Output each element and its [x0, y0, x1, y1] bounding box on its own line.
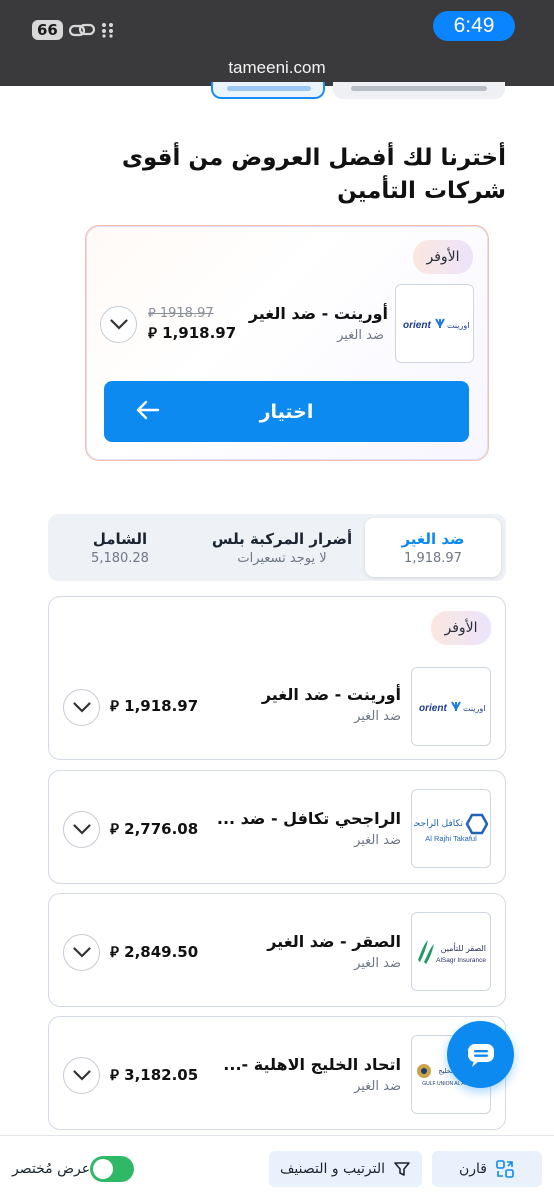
best-offer-type: ضد الغير: [337, 328, 384, 343]
compact-view-label: عرض مُختصر: [12, 1161, 91, 1177]
tab-price: 1,918.97: [404, 550, 462, 566]
chevron-down-icon: [72, 824, 91, 835]
svg-text:Al Rajhi Takaful: Al Rajhi Takaful: [425, 834, 477, 843]
quote-card-gulf-union[interactable]: اتحاد الخليجGULF UNION AL AHLIA CO. اتحا…: [48, 1016, 506, 1130]
cheapest-badge: الأوفر: [413, 240, 473, 274]
bottom-bar: قارن الترتيب و التصنيف عرض مُختصر: [0, 1135, 554, 1199]
alsagr-logo: الصقر للتأمين AlSagr Insurance: [411, 912, 491, 991]
quote-card-orient[interactable]: الأوفر orient اورينت أورينت - ضد الغير ضد…: [48, 596, 506, 760]
compact-view-toggle[interactable]: [90, 1156, 134, 1182]
svg-text:اورينت: اورينت: [463, 704, 485, 713]
select-button[interactable]: اختيار: [104, 381, 469, 442]
orient-logo: orient اورينت: [395, 284, 474, 363]
toggle-knob: [93, 1159, 113, 1179]
quote-name: الصقر - ضد الغير: [267, 932, 401, 951]
status-icons: 66: [32, 20, 115, 40]
riyal-icon: ⃁: [110, 1066, 125, 1084]
svg-text:orient: orient: [403, 320, 431, 331]
page-title: أخترنا لك أفضل العروض من أقوى شركات التأ…: [121, 145, 506, 205]
chat-icon: [467, 1043, 494, 1067]
alrajhi-logo: تكافل الراجحي Al Rajhi Takaful: [411, 789, 491, 868]
expand-chevron-button[interactable]: [63, 1057, 100, 1094]
svg-text:تكافل الراجحي: تكافل الراجحي: [414, 819, 463, 829]
clock: 6:49: [433, 11, 515, 41]
quote-card-alsagr[interactable]: الصقر للتأمين AlSagr Insurance الصقر - ضد…: [48, 893, 506, 1007]
tab-label: ضد الغير: [401, 529, 465, 548]
compare-label: قارن: [459, 1161, 487, 1177]
best-offer-old-price: ⃁ 1918.97: [148, 306, 214, 321]
tab-label: الشامل: [92, 529, 148, 548]
chevron-down-icon: [72, 947, 91, 958]
chevron-down-icon: [72, 702, 91, 713]
tab-price: لا يوجد تسعيرات: [237, 550, 327, 566]
riyal-icon: ⃁: [110, 697, 125, 715]
quote-type: ضد الغير: [354, 833, 401, 848]
quote-type: ضد الغير: [354, 709, 401, 724]
arrow-left-icon: [136, 400, 160, 420]
tab-price: 5,180.28: [91, 550, 149, 566]
best-offer-price: ⃁ 1,918.97: [148, 324, 237, 342]
orient-logo: orient اورينت: [411, 667, 491, 746]
filter-icon: [394, 1162, 410, 1176]
tab-peek[interactable]: [333, 82, 505, 99]
battery-indicator: 66: [32, 20, 63, 40]
svg-text:AlSagr Insurance: AlSagr Insurance: [436, 957, 486, 964]
riyal-icon: ⃁: [148, 306, 160, 321]
chevron-down-icon: [109, 319, 128, 330]
url-label[interactable]: tameeni.com: [0, 58, 554, 78]
tab-third-party[interactable]: ضد الغير 1,918.97: [365, 518, 501, 577]
expand-chevron-button[interactable]: [63, 934, 100, 971]
cheapest-badge: الأوفر: [431, 611, 491, 645]
coverage-tabs: ضد الغير 1,918.97 أضرار المركبة بلس لا ي…: [48, 514, 506, 581]
quote-card-alrajhi[interactable]: تكافل الراجحي Al Rajhi Takaful الراجحي تك…: [48, 770, 506, 884]
quote-price: ⃁ 3,182.05: [110, 1066, 199, 1084]
quote-type: ضد الغير: [354, 1079, 401, 1094]
quote-price: ⃁ 2,849.50: [110, 943, 199, 961]
signal-dots-icon: [101, 23, 113, 38]
quote-name: أورينت - ضد الغير: [261, 685, 401, 704]
quote-price: ⃁ 1,918.97: [110, 697, 199, 715]
expand-chevron-button[interactable]: [100, 306, 137, 343]
quote-name: الراجحي تكافل - ضد ...: [216, 809, 401, 828]
compare-icon: [496, 1160, 514, 1178]
riyal-icon: ⃁: [148, 324, 163, 342]
riyal-icon: ⃁: [110, 943, 125, 961]
expand-chevron-button[interactable]: [63, 689, 100, 726]
sort-filter-label: الترتيب و التصنيف: [279, 1161, 386, 1177]
select-button-label: اختيار: [259, 400, 314, 423]
quote-name: اتحاد الخليج الاهلية -...: [223, 1055, 401, 1074]
compare-button[interactable]: قارن: [432, 1151, 542, 1187]
svg-text:الصقر للتأمين: الصقر للتأمين: [441, 942, 486, 953]
tab-label: أضرار المركبة بلس: [211, 529, 353, 548]
page: 66 6:49 tameeni.com أخترنا لك أفضل العرو…: [0, 0, 554, 1199]
orient-logo-icon: orient اورينت: [403, 318, 469, 331]
tab-vehicle-damage-plus[interactable]: أضرار المركبة بلس لا يوجد تسعيرات: [202, 518, 362, 577]
alrajhi-logo-icon: تكافل الراجحي Al Rajhi Takaful: [414, 813, 488, 843]
link-icon: [68, 23, 95, 37]
sort-filter-button[interactable]: الترتيب و التصنيف: [269, 1151, 422, 1187]
tab-peek-active[interactable]: [211, 82, 325, 99]
svg-text:orient: orient: [419, 703, 447, 714]
tab-comprehensive[interactable]: الشامل 5,180.28: [54, 518, 186, 577]
status-bar: 66 6:49 tameeni.com: [0, 0, 554, 86]
riyal-icon: ⃁: [110, 820, 125, 838]
chat-button[interactable]: [447, 1021, 514, 1088]
orient-logo-icon: orient اورينت: [419, 701, 485, 714]
expand-chevron-button[interactable]: [63, 811, 100, 848]
alsagr-logo-icon: الصقر للتأمين AlSagr Insurance: [418, 939, 486, 964]
best-offer-name: أورينت - ضد الغير: [248, 304, 388, 323]
quote-type: ضد الغير: [354, 956, 401, 971]
svg-text:اورينت: اورينت: [447, 321, 469, 330]
quote-price: ⃁ 2,776.08: [110, 820, 199, 838]
chevron-down-icon: [72, 1070, 91, 1081]
